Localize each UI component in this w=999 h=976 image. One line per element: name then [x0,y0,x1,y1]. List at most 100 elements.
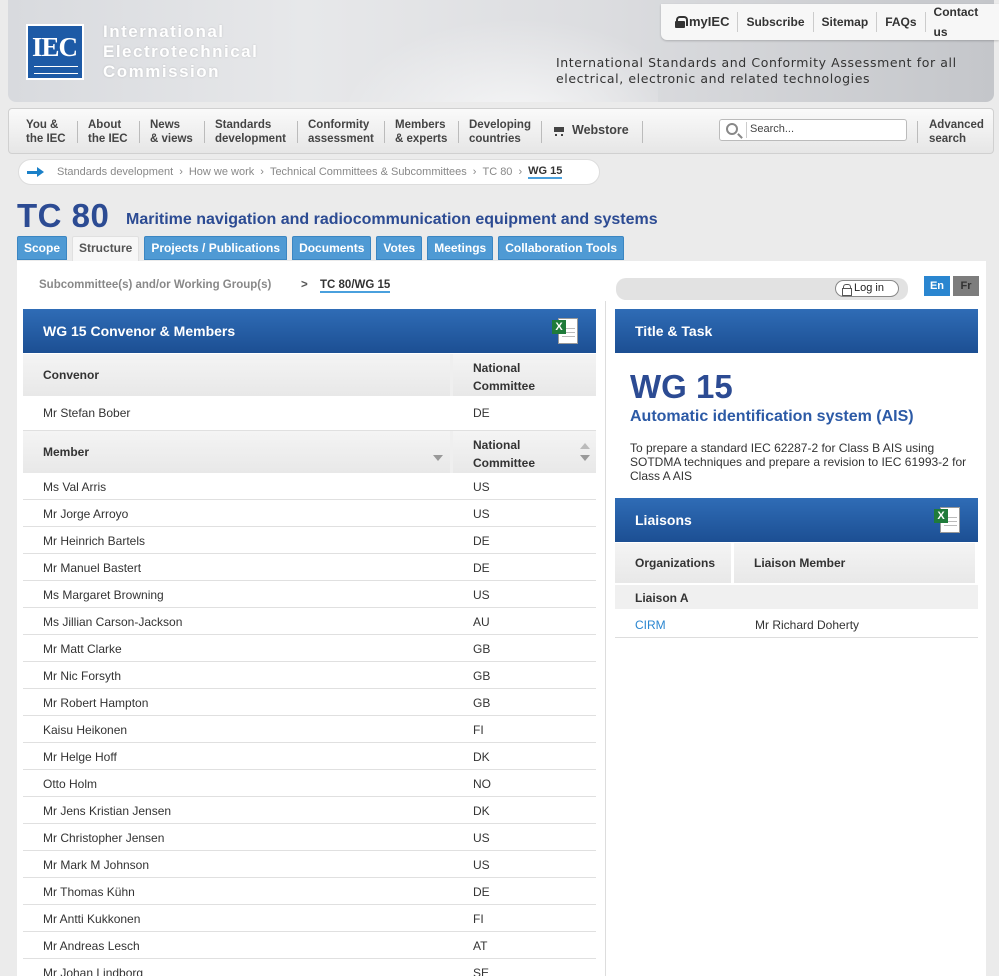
liaison-member-col-header: Liaison Member [734,543,975,583]
iec-logo[interactable]: IEC [26,24,84,80]
member-nc: DK [473,804,490,818]
breadcrumb-item[interactable]: Standards development [57,166,173,178]
page-subtitle: Maritime navigation and radiocommunicati… [126,211,658,228]
wg-task: To prepare a standard IEC 62287-2 for Cl… [630,441,967,483]
nav-news[interactable]: News & views [150,118,193,146]
arrow-right-icon [27,166,45,178]
member-nc: GB [473,669,491,683]
tab-structure[interactable]: Structure [72,236,140,262]
liaisons-table-header: Organizations Liaison Member [615,543,975,583]
search-icon[interactable] [726,123,738,135]
subnav-parent[interactable]: Subcommittee(s) and/or Working Group(s) [39,279,271,291]
nav-label: assessment [308,133,374,145]
excel-icon[interactable]: X [934,505,962,535]
org-name: International Electrotechnical Commissio… [103,22,258,82]
member-name: Mr Mark M Johnson [43,858,150,872]
members-table: Convenor National Committee Mr Stefan Bo… [23,354,596,976]
table-row: Otto Holm NO [23,770,596,797]
table-row: Ms Margaret Browning US [23,581,596,608]
member-name: Kaisu Heikonen [43,723,128,737]
table-row: Mr Matt Clarke GB [23,635,596,662]
nav-label: Developing [469,119,531,131]
breadcrumb-item[interactable]: Technical Committees & Subcommittees [270,166,467,178]
logo-lines-icon [34,66,78,74]
login-button[interactable]: Log in [835,280,899,297]
subscribe-link[interactable]: Subscribe [738,12,814,32]
subnav-current: TC 80/WG 15 [320,279,391,293]
tab-scope[interactable]: Scope [17,236,68,260]
members-panel-header: WG 15 Convenor & Members X [23,309,596,353]
wg-title: WG 15 [630,368,733,405]
myiec-link[interactable]: myIEC [667,12,739,32]
nav-divider [458,121,459,143]
tab-projects[interactable]: Projects / Publications [144,236,288,260]
sort-icon[interactable] [580,443,590,449]
lang-en-button[interactable]: En [924,276,950,296]
table-row: Mr Manuel Bastert DE [23,554,596,581]
sort-icon[interactable] [580,455,590,461]
member-header: Member National Committee [23,431,596,473]
nav-label: Members [395,119,446,131]
nav-members[interactable]: Members & experts [395,118,447,146]
nc-header-line: Committee [473,456,536,470]
faqs-link[interactable]: FAQs [877,12,926,32]
nav-about[interactable]: About the IEC [88,118,128,146]
member-name: Ms Val Arris [43,480,107,494]
breadcrumb-item[interactable]: How we work [189,166,254,178]
member-nc: US [473,588,490,602]
nav-divider [541,121,542,143]
nav-standards[interactable]: Standards development [215,118,286,146]
member-name: Mr Helge Hoff [43,750,117,764]
org-name-line: International [103,22,225,41]
nav-developing[interactable]: Developing countries [469,118,531,146]
content-area: Subcommittee(s) and/or Working Group(s) … [17,261,986,976]
members-panel-title: WG 15 Convenor & Members [43,323,236,339]
advanced-search-link[interactable]: Advanced search [929,118,984,146]
member-header-label: Member [43,445,90,459]
sitemap-link[interactable]: Sitemap [814,12,878,32]
nc-header-line: National [473,438,521,452]
table-row: Ms Jillian Carson-Jackson AU [23,608,596,635]
member-name: Mr Robert Hampton [43,696,149,710]
nc-col-header: National Committee [453,354,596,396]
chevron-right-icon: › [260,166,264,178]
table-row: Mr Andreas Lesch AT [23,932,596,959]
subnav: Subcommittee(s) and/or Working Group(s) … [39,279,391,293]
member-col-header[interactable]: Member [23,431,450,473]
member-nc: DE [473,885,490,899]
table-row: Ms Val Arris US [23,473,596,500]
contact-link[interactable]: Contact us [926,2,993,42]
convenor-name: Mr Stefan Bober [43,406,131,420]
nav-webstore[interactable]: Webstore [552,123,629,137]
nc-col-header[interactable]: National Committee [453,431,596,473]
nav-divider [204,121,205,143]
tagline: International Standards and Conformity A… [556,55,957,87]
org-name-line: Electrotechnical [103,42,259,61]
chevron-right-icon: › [179,166,183,178]
tab-collaboration[interactable]: Collaboration Tools [498,236,624,260]
nav-conformity[interactable]: Conformity assessment [308,118,374,146]
member-nc: US [473,858,490,872]
convenor-nc: DE [473,406,490,420]
member-name: Mr Antti Kukkonen [43,912,141,926]
nav-label: Advanced [929,119,984,131]
liaison-group-label: Liaison A [615,585,978,609]
lang-fr-button[interactable]: Fr [953,276,979,296]
page-title: TC 80 [17,197,110,234]
sort-icon[interactable] [433,455,443,461]
liaisons-header: Liaisons X [615,498,978,542]
excel-icon[interactable]: X [552,316,580,346]
breadcrumb-current: WG 15 [528,165,563,179]
tab-documents[interactable]: Documents [292,236,372,260]
liaison-org-link[interactable]: CIRM [635,618,666,632]
tab-votes[interactable]: Votes [376,236,423,260]
tab-meetings[interactable]: Meetings [427,236,494,260]
search-input[interactable] [750,123,900,135]
table-row: Mr Heinrich Bartels DE [23,527,596,554]
breadcrumb-item[interactable]: TC 80 [482,166,512,178]
nav-you-and-iec[interactable]: You & the IEC [26,118,66,146]
lock-icon [842,284,852,296]
main-nav: You & the IEC About the IEC News & views St… [8,108,994,154]
convenor-col-header: Convenor [23,354,450,396]
member-name: Mr Thomas Kühn [43,885,135,899]
